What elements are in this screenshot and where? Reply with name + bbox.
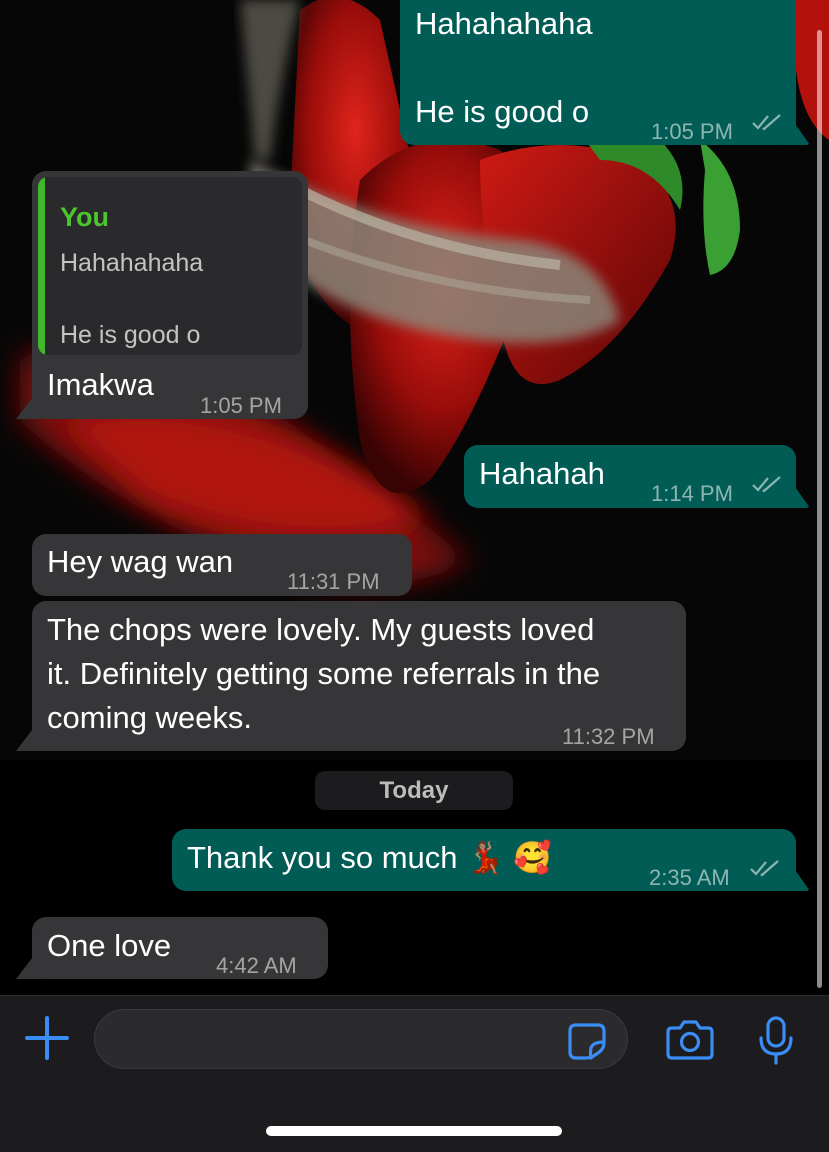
quote-text: Hahahahaha — [60, 249, 204, 277]
message-text: Hahahahaha — [415, 6, 593, 41]
message-timestamp: 1:05 PM — [200, 393, 282, 418]
message-timestamp: 1:05 PM — [651, 119, 733, 144]
message-bubble-incoming[interactable]: The chops were lovely. My guests loved i… — [32, 601, 686, 751]
message-text: coming weeks. — [47, 700, 253, 735]
home-indicator — [266, 1126, 562, 1136]
date-separator: Today — [315, 771, 513, 810]
message-text: The chops were lovely. My guests loved — [47, 612, 595, 647]
message-timestamp: 1:14 PM — [651, 481, 733, 506]
message-text: One love — [47, 928, 172, 963]
message-list[interactable]: Hahahahaha He is good o 1:05 PM You Haha… — [0, 0, 829, 995]
read-receipt-icon — [752, 114, 781, 131]
read-receipt-icon — [752, 476, 781, 493]
message-text: Hahahah — [479, 456, 605, 491]
read-receipt-icon — [750, 860, 779, 877]
quote-bar — [38, 177, 45, 355]
quote-author: You — [60, 202, 109, 232]
message-text: Hey wag wan — [47, 544, 234, 579]
sticker-icon[interactable] — [567, 1022, 607, 1060]
scrollbar[interactable] — [817, 30, 822, 988]
camera-icon[interactable] — [666, 1018, 714, 1060]
message-text: Thank you so much 💃🏽 🥰 — [187, 840, 552, 875]
message-text: He is good o — [415, 94, 590, 129]
message-input-field[interactable] — [94, 1009, 628, 1069]
message-timestamp: 11:31 PM — [287, 569, 380, 594]
message-input[interactable] — [117, 1022, 557, 1058]
message-bubble-incoming[interactable]: You Hahahahaha He is good o Imakwa 1:05 … — [32, 171, 308, 419]
message-text: it. Definitely getting some referrals in… — [47, 656, 601, 691]
message-timestamp: 4:42 AM — [216, 953, 297, 978]
message-bubble-outgoing[interactable]: Hahahahaha He is good o 1:05 PM — [400, 0, 796, 145]
message-bubble-incoming[interactable]: One love 4:42 AM — [32, 917, 328, 979]
message-bubble-incoming[interactable]: Hey wag wan 11:31 PM — [32, 534, 412, 596]
message-composer — [0, 995, 829, 1152]
message-bubble-outgoing[interactable]: Hahahah 1:14 PM — [464, 445, 796, 508]
plus-icon[interactable] — [24, 1015, 70, 1061]
quoted-message[interactable]: You Hahahahaha He is good o — [38, 177, 302, 355]
quote-text: He is good o — [60, 321, 201, 349]
message-timestamp: 2:35 AM — [649, 865, 730, 890]
message-text: Imakwa — [47, 367, 154, 402]
microphone-icon[interactable] — [756, 1016, 796, 1066]
message-bubble-outgoing[interactable]: Thank you so much 💃🏽 🥰 2:35 AM — [172, 829, 796, 891]
message-timestamp: 11:32 PM — [562, 724, 655, 749]
